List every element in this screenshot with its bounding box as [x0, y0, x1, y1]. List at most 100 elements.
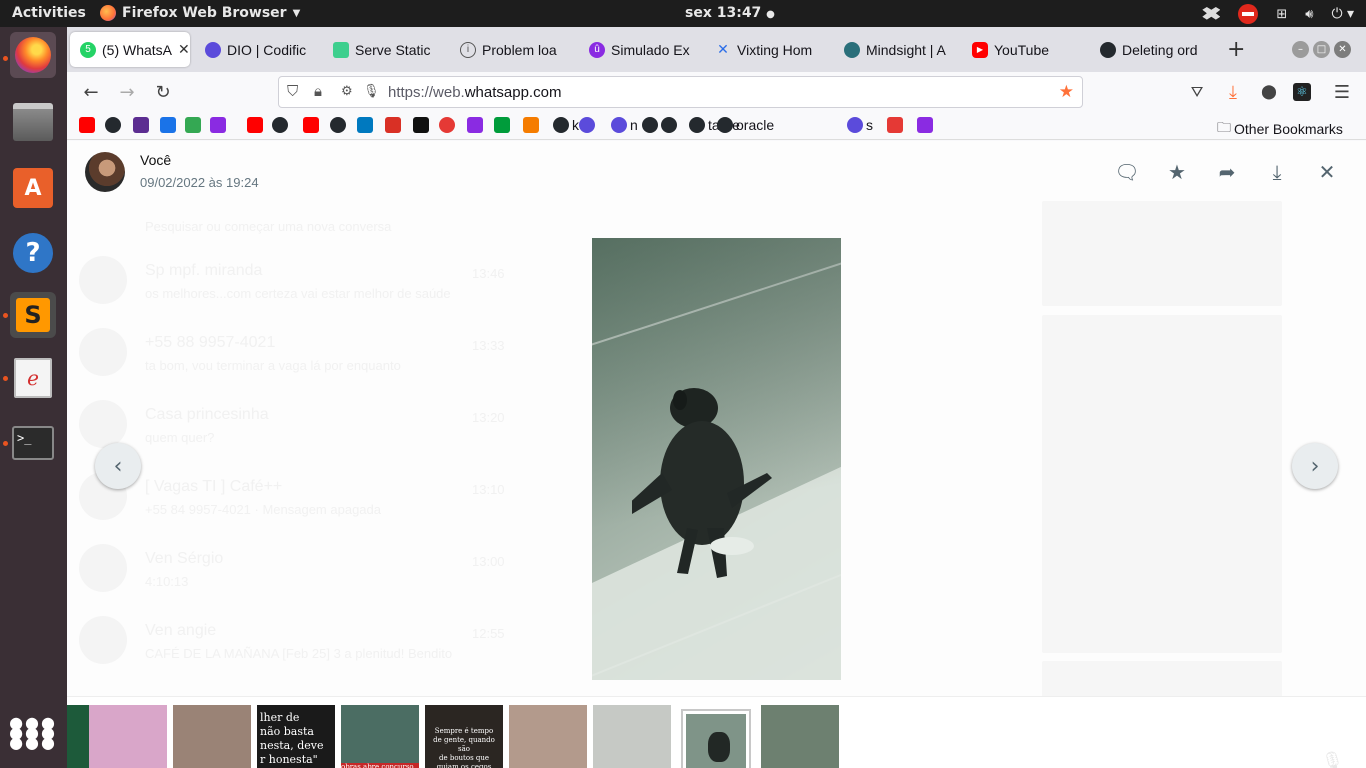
- maximize-button[interactable]: □: [1313, 41, 1330, 58]
- thumb-puppy-basket[interactable]: [173, 705, 251, 768]
- bookmark-item[interactable]: [133, 117, 149, 133]
- bookmark-item[interactable]: [887, 117, 903, 133]
- close-icon[interactable]: ✕: [178, 41, 190, 58]
- network-icon[interactable]: ⊞: [1276, 7, 1287, 22]
- tab-mindsight[interactable]: Mindsight | A: [834, 32, 959, 67]
- no-entry-icon[interactable]: [1238, 4, 1259, 24]
- url-bar[interactable]: ⛉ 🔒︎ ⚙︎ 🎙︎ https://web.whatsapp.com ★: [278, 76, 1083, 108]
- pocket-icon[interactable]: ⛛: [1185, 80, 1209, 104]
- volume-icon[interactable]: 🔊︎: [1305, 7, 1313, 22]
- media-image[interactable]: [592, 238, 841, 680]
- extension-icon[interactable]: ⬤: [1257, 80, 1281, 104]
- microphone-icon[interactable]: 🎙︎: [363, 83, 380, 99]
- bookmark-item[interactable]: [185, 117, 201, 133]
- downloads-icon[interactable]: ⤓: [1221, 80, 1245, 104]
- power-icon[interactable]: ⏻ ▾: [1331, 6, 1354, 22]
- thumb-concurso[interactable]: obras abre concurso com 7 as de nível su…: [341, 705, 419, 768]
- bookmark-item[interactable]: [303, 117, 319, 133]
- app-menu[interactable]: Firefox Web Browser ▼: [100, 5, 300, 21]
- forward-button[interactable]: →: [115, 80, 139, 104]
- close-window-button[interactable]: ✕: [1334, 41, 1351, 58]
- bookmark-item[interactable]: [272, 117, 288, 133]
- avatar[interactable]: [85, 152, 125, 192]
- new-tab-button[interactable]: +: [1227, 37, 1245, 62]
- show-applications-button[interactable]: ●●● ●●● ●●●: [9, 710, 56, 756]
- thumb-white-puppy[interactable]: [593, 705, 671, 768]
- dock-files[interactable]: [10, 99, 56, 145]
- tab-deleting[interactable]: Deleting ord: [1090, 32, 1212, 67]
- previous-button[interactable]: ‹: [95, 443, 141, 489]
- dock-software[interactable]: A: [10, 165, 56, 211]
- tab-whatsapp[interactable]: 5 (5) WhatsA ✕: [70, 32, 190, 67]
- bookmarks-toolbar: 🗀 Other Bookmarks kntardeoracles: [67, 112, 1366, 140]
- reload-button[interactable]: ↻: [151, 80, 175, 104]
- clock[interactable]: sex 13:47 ●: [685, 5, 775, 21]
- bookmark-item[interactable]: [467, 117, 483, 133]
- dropbox-icon[interactable]: [1202, 7, 1221, 20]
- close-icon[interactable]: ✕: [1314, 159, 1340, 185]
- star-filled-icon[interactable]: ★: [1059, 82, 1074, 102]
- bookmark-item[interactable]: [210, 117, 226, 133]
- bookmark-item[interactable]: [79, 117, 95, 133]
- bookmark-item[interactable]: k: [553, 117, 579, 133]
- bookmark-item[interactable]: [330, 117, 346, 133]
- nav-bar: ← → ↻ ⛉ 🔒︎ ⚙︎ 🎙︎ https://web.whatsapp.co…: [67, 72, 1366, 112]
- bookmark-item[interactable]: [105, 117, 121, 133]
- download-icon[interactable]: ⤓: [1264, 159, 1290, 185]
- bookmark-item[interactable]: [247, 117, 263, 133]
- bookmark-item[interactable]: [357, 117, 373, 133]
- dock-document-viewer[interactable]: ℯ: [10, 355, 56, 401]
- microphone-icon[interactable]: 🎙︎: [1321, 751, 1344, 768]
- activities-button[interactable]: Activities: [12, 5, 86, 21]
- bookmark-item[interactable]: [160, 117, 176, 133]
- system-tray[interactable]: ⊞ 🔊︎ ⏻ ▾: [1202, 4, 1354, 24]
- thumb-puppies-bed[interactable]: [509, 705, 587, 768]
- tab-dio[interactable]: DIO | Codific: [195, 32, 320, 67]
- bookmark-item[interactable]: [523, 117, 539, 133]
- dock-help[interactable]: ?: [10, 230, 56, 276]
- bookmark-item[interactable]: [579, 117, 595, 133]
- reply-icon[interactable]: 🗨︎: [1114, 159, 1140, 185]
- bookmark-item[interactable]: [385, 117, 401, 133]
- permissions-icon[interactable]: ⚙︎: [341, 83, 353, 99]
- thumb-quote-1[interactable]: lher de não basta nesta, deve r honesta": [257, 705, 335, 768]
- shield-icon[interactable]: ⛉: [287, 83, 298, 100]
- tab-vixting[interactable]: ✕ Vixting Hom: [705, 32, 830, 67]
- simulado-icon: [917, 117, 933, 133]
- bookmark-item[interactable]: oracle: [717, 117, 774, 133]
- bookmark-item[interactable]: n: [611, 117, 638, 133]
- dock-terminal[interactable]: >_: [10, 420, 56, 466]
- bookmark-item[interactable]: [494, 117, 510, 133]
- bookmark-item[interactable]: [413, 117, 429, 133]
- dock-sublime[interactable]: S: [10, 292, 56, 338]
- back-button[interactable]: ←: [79, 80, 103, 104]
- react-devtools-icon[interactable]: ⚛: [1293, 83, 1311, 101]
- thumb-quote-2[interactable]: Sempre é tempo de gente, quando são de b…: [425, 705, 503, 768]
- simulado-icon: [210, 117, 226, 133]
- bookmark-item[interactable]: [642, 117, 658, 133]
- menu-icon[interactable]: ☰: [1330, 80, 1354, 104]
- minimize-button[interactable]: –: [1292, 41, 1309, 58]
- vixting-icon: ✕: [717, 41, 729, 57]
- other-bookmarks[interactable]: 🗀 Other Bookmarks: [1217, 117, 1343, 141]
- running-indicator: [3, 56, 8, 61]
- next-button[interactable]: ›: [1292, 443, 1338, 489]
- star-icon[interactable]: ★: [1164, 159, 1190, 185]
- tab-youtube[interactable]: ▶ YouTube: [962, 32, 1087, 67]
- simulado-icon: û: [589, 41, 605, 58]
- bookmark-item[interactable]: s: [847, 117, 873, 133]
- bookmark-item[interactable]: [439, 117, 455, 133]
- thumb-black-puppy[interactable]: [681, 709, 751, 768]
- software-center-icon: A: [13, 168, 53, 208]
- bookmark-item[interactable]: [661, 117, 677, 133]
- thumb-floor-puppy[interactable]: [761, 705, 839, 768]
- bookmark-item[interactable]: [917, 117, 933, 133]
- tab-problem[interactable]: i Problem loa: [450, 32, 574, 67]
- thumb-bunny[interactable]: [89, 705, 167, 768]
- dock-firefox[interactable]: [10, 32, 56, 78]
- tab-label: YouTube: [994, 41, 1050, 58]
- tab-serve-static[interactable]: Serve Static: [323, 32, 445, 67]
- lock-icon[interactable]: 🔒︎: [314, 83, 322, 100]
- tab-simulado[interactable]: û Simulado Ex: [579, 32, 701, 67]
- forward-icon[interactable]: ➦: [1214, 159, 1240, 185]
